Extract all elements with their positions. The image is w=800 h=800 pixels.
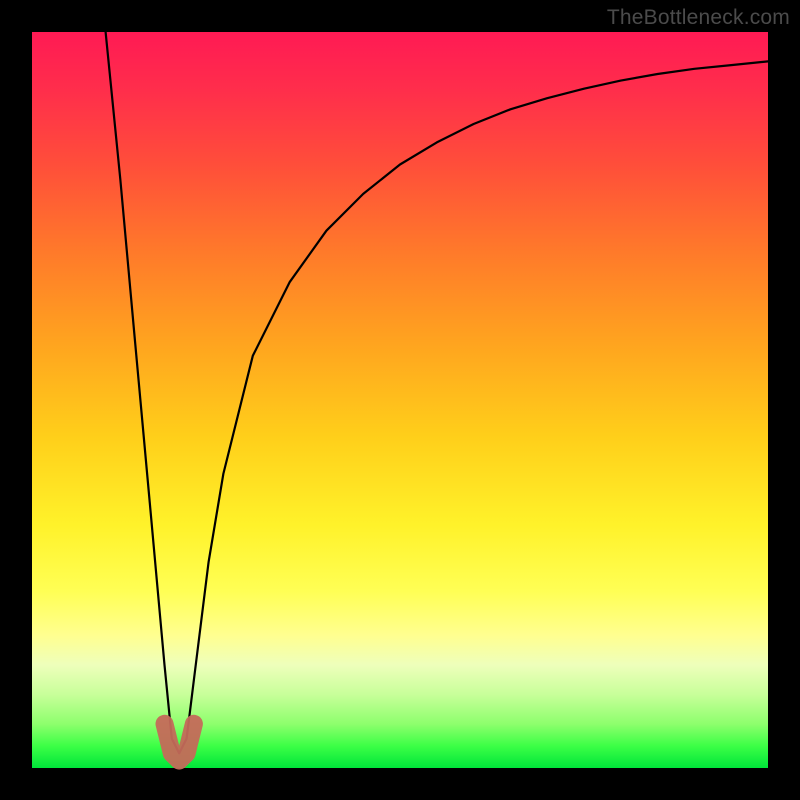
plot-area: [32, 32, 768, 768]
bottleneck-curve-svg: [32, 32, 768, 768]
chart-frame: TheBottleneck.com: [0, 0, 800, 800]
bottleneck-curve: [106, 32, 768, 753]
watermark-text: TheBottleneck.com: [607, 6, 790, 30]
optimal-marker: [165, 724, 194, 761]
